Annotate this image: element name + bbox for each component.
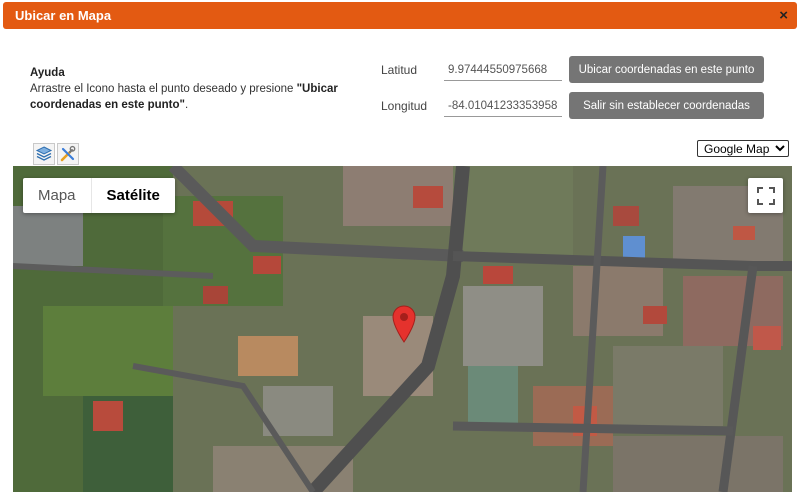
- longitude-input[interactable]: [444, 95, 562, 117]
- dialog-titlebar: Ubicar en Mapa ×: [3, 2, 797, 29]
- dialog-title: Ubicar en Mapa: [15, 8, 112, 23]
- latitude-label: Latitud: [381, 63, 418, 77]
- map-type-satellite-option[interactable]: Satélite: [90, 178, 175, 213]
- map-pin-icon[interactable]: [392, 305, 416, 343]
- satellite-map[interactable]: Mapa Satélite: [13, 166, 792, 492]
- help-heading: Ayuda: [30, 67, 65, 79]
- map-type-map-option[interactable]: Mapa: [23, 178, 91, 213]
- map-type-control: Mapa Satélite: [23, 178, 175, 213]
- fullscreen-icon: [756, 186, 775, 205]
- map-provider-select[interactable]: Google Maps: [697, 140, 789, 157]
- help-text: Arrastre el Icono hasta el punto deseado…: [30, 83, 297, 95]
- latitude-input[interactable]: [444, 59, 562, 81]
- help-section: Ayuda Arrastre el Icono hasta el punto d…: [30, 65, 360, 113]
- help-text-end: .: [184, 99, 189, 111]
- tools-button[interactable]: [57, 143, 79, 165]
- layers-button[interactable]: [33, 143, 55, 165]
- exit-without-coordinates-button[interactable]: Salir sin establecer coordenadas: [569, 92, 764, 119]
- longitude-label: Longitud: [381, 99, 428, 113]
- close-icon[interactable]: ×: [779, 8, 788, 23]
- tools-icon: [60, 145, 76, 162]
- layers-icon: [35, 146, 53, 161]
- locate-coordinates-button[interactable]: Ubicar coordenadas en este punto: [569, 56, 764, 83]
- fullscreen-button[interactable]: [748, 178, 783, 213]
